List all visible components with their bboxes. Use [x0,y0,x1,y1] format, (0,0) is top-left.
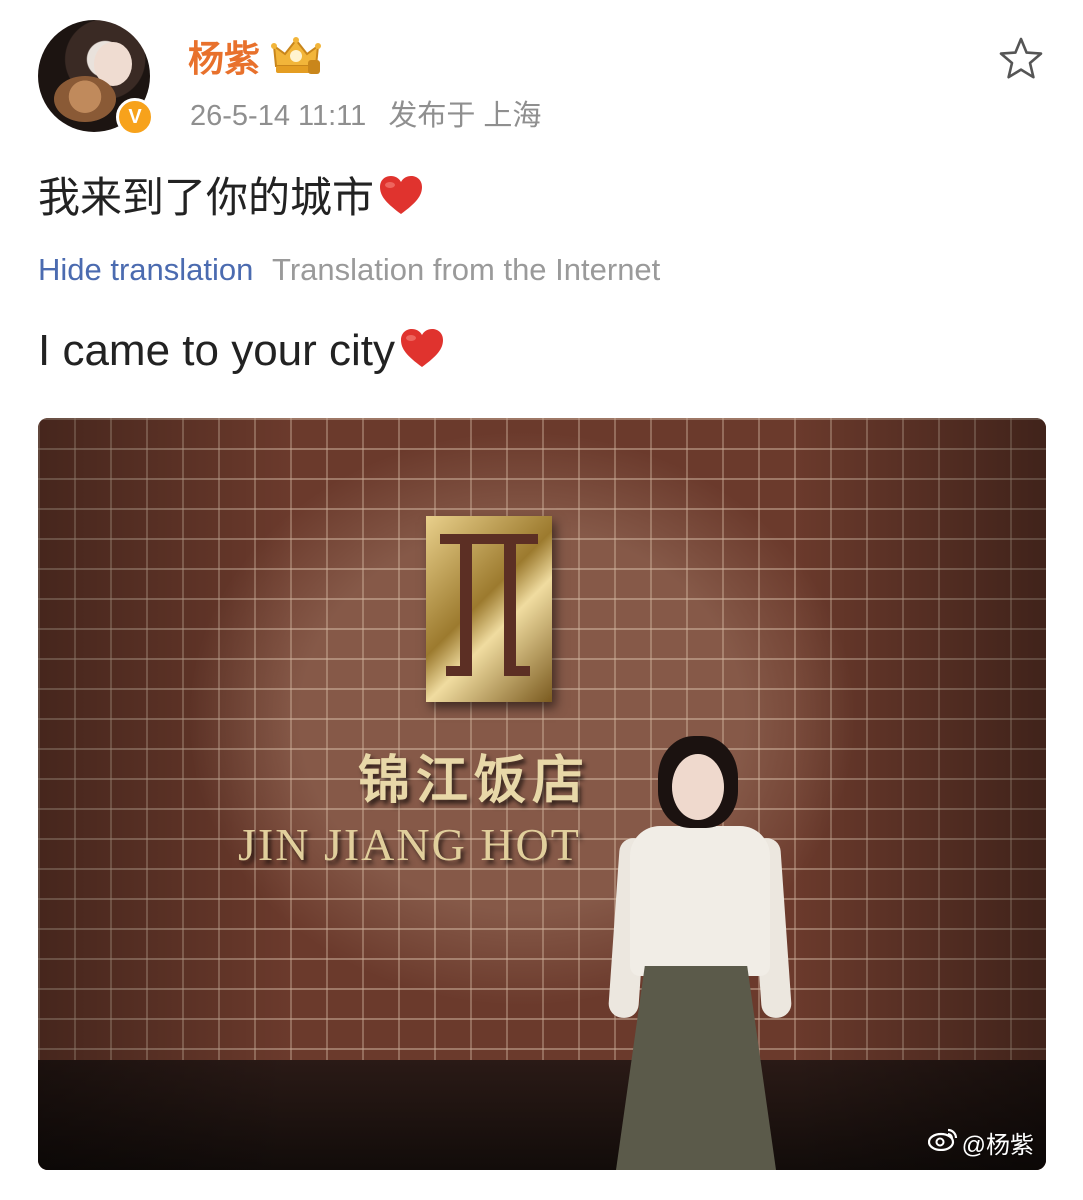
username[interactable]: 杨紫 [188,30,260,82]
avatar[interactable]: V [38,20,154,136]
post-text: 我来到了你的城市 [38,174,375,221]
verified-badge-icon: V [116,98,154,136]
red-heart-icon [399,327,445,369]
favorite-star-icon[interactable] [996,34,1046,84]
hotel-sign-chinese: 锦江饭店 [358,752,591,810]
translated-text-row: I came to your city [38,326,445,376]
watermark-text: @杨紫 [961,1132,1034,1159]
post-text-row: 我来到了你的城市 [38,164,424,225]
post-location: 发布于 上海 [388,100,542,132]
red-heart-icon [378,174,424,216]
crown-icon [270,36,322,76]
hotel-logo [426,516,552,702]
avatar-dog [54,76,116,122]
name-row: 杨紫 [188,30,322,82]
translation-source: Translation from the Internet [272,252,661,287]
weibo-logo-icon [927,1127,958,1158]
hotel-sign-english: JIN JIANG HOT [238,819,581,870]
hide-translation-link[interactable]: Hide translation [38,252,253,287]
post-meta: 26-5-14 11:11 发布于 上海 [190,92,541,134]
translation-row: Hide translation Translation from the In… [38,252,660,288]
weibo-post: V 杨紫 26-5-14 11:11 发布于 上海 我来到了你的城市 Hide … [0,0,1083,1200]
person-figure [606,734,793,1170]
post-photo[interactable]: 锦江饭店 JIN JIANG HOT @杨紫 [38,418,1046,1170]
translated-text: I came to your city [38,326,396,375]
photo-watermark: @杨紫 [927,1125,1034,1160]
post-time: 26-5-14 11:11 [190,100,367,132]
